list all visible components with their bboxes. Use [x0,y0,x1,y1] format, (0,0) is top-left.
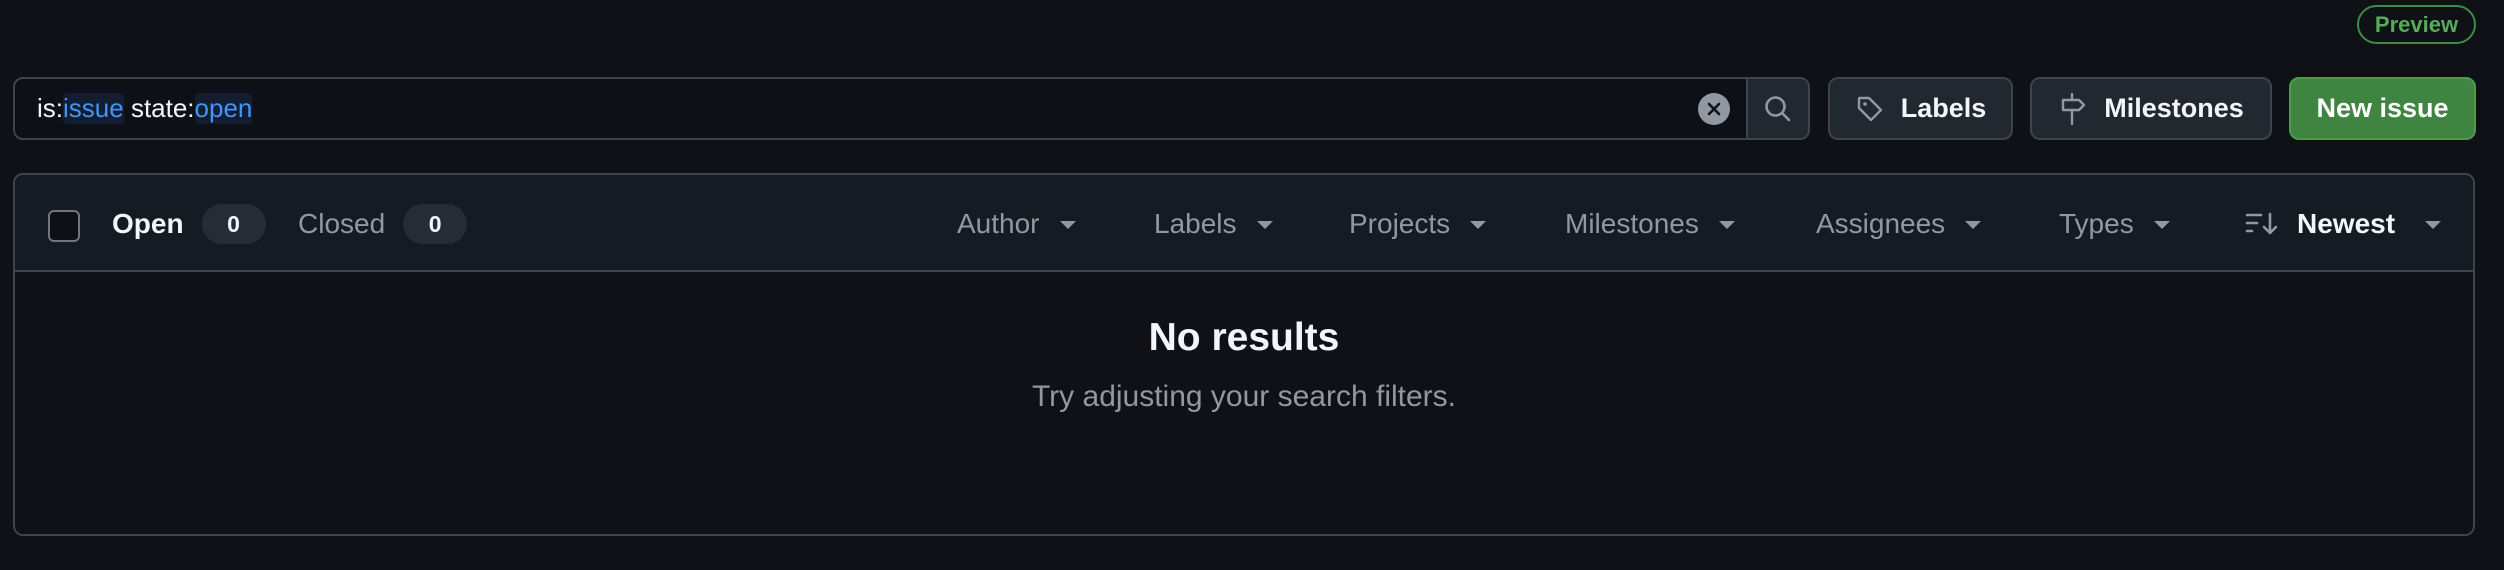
milestones-button-label: Milestones [2104,93,2244,123]
x-circle-fill-icon [1707,102,1721,115]
filter-projects-label: Projects [1349,208,1451,239]
empty-state-title: No results [1148,316,1340,359]
search-icon [1765,95,1791,121]
search-token-key: is: [37,93,63,123]
empty-state: No results Try adjusting your search fil… [15,272,2473,534]
labels-button-label: Labels [1900,93,1987,123]
tab-open[interactable]: Open 0 [112,203,266,245]
new-issue-button[interactable]: New issue [2289,77,2476,140]
tab-closed-label: Closed [298,208,386,239]
empty-state-subtitle: Try adjusting your search filters. [1031,380,1457,413]
sort-dropdown[interactable]: Newest [2245,203,2442,245]
chevron-down-icon [2425,221,2442,229]
filter-milestones-label: Milestones [1565,208,1699,239]
closed-count-badge: 0 [403,204,468,244]
issues-list-header: Open 0 Closed 0 Author Labels Projects M… [15,175,2473,272]
chevron-down-icon [1470,221,1487,229]
filter-author-label: Author [957,208,1040,239]
chevron-down-icon [1059,221,1076,229]
preview-badge: Preview [2357,5,2476,44]
tab-open-label: Open [112,208,184,239]
tab-closed[interactable]: Closed 0 [298,203,468,245]
search-input[interactable]: is: issue state: open [15,79,1746,138]
clear-search-button[interactable] [1698,92,1730,125]
select-all-checkbox[interactable] [48,210,80,242]
tag-icon [1857,96,1882,121]
filter-types-label: Types [2059,208,2134,239]
filter-assignees[interactable]: Assignees [1816,203,1982,245]
filter-assignees-label: Assignees [1816,208,1946,239]
search-token-space [124,93,131,124]
milestones-button[interactable]: Milestones [2030,77,2272,140]
chevron-down-icon [1965,221,1982,229]
search-button[interactable] [1746,79,1808,138]
sort-label: Newest [2297,208,2396,239]
milestone-icon [2062,92,2086,125]
search-token-key: state: [130,93,195,123]
sort-desc-icon [2245,212,2278,235]
issues-list: Open 0 Closed 0 Author Labels Projects M… [13,173,2475,536]
labels-button[interactable]: Labels [1828,77,2013,140]
filter-milestones[interactable]: Milestones [1565,203,1735,245]
search-token-value: issue [63,93,124,124]
filter-projects[interactable]: Projects [1349,203,1487,245]
chevron-down-icon [2153,221,2170,229]
filter-author[interactable]: Author [957,203,1076,245]
search-bar[interactable]: is: issue state: open [13,77,1810,140]
chevron-down-icon [1718,221,1735,229]
search-token-value: open [194,93,253,124]
filter-labels-label: Labels [1154,208,1237,239]
filter-types[interactable]: Types [2059,203,2170,245]
open-count-badge: 0 [201,204,266,244]
chevron-down-icon [1256,221,1273,229]
filter-labels[interactable]: Labels [1154,203,1273,245]
